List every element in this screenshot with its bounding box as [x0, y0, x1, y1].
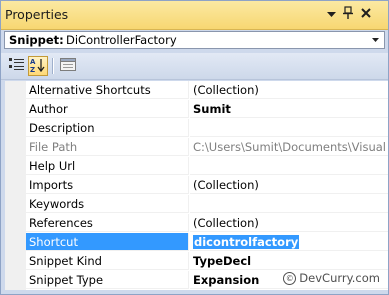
property-row-author[interactable]: Author Sumit [5, 100, 388, 119]
property-row-file-path[interactable]: File Path C:\Users\Sumit\Documents\Visua… [5, 138, 388, 157]
categorized-button[interactable] [7, 56, 27, 76]
property-value-editor[interactable]: dicontrolfactory [190, 233, 388, 251]
property-pages-icon [60, 58, 76, 74]
property-value[interactable]: Sumit [190, 100, 388, 118]
property-pages-button[interactable] [58, 56, 78, 76]
property-value[interactable]: TypeDecl [190, 252, 388, 270]
property-name: Snippet Kind [26, 252, 189, 270]
property-value[interactable] [190, 195, 388, 213]
property-row-description[interactable]: Description [5, 119, 388, 138]
property-name: Keywords [26, 195, 189, 213]
property-name: File Path [26, 138, 189, 156]
window-title: Properties [5, 7, 69, 22]
property-row-keywords[interactable]: Keywords [5, 195, 388, 214]
property-name: References [26, 214, 189, 232]
svg-text:Z: Z [30, 66, 35, 73]
property-value[interactable]: C:\Users\Sumit\Documents\Visual St [190, 138, 388, 156]
property-value[interactable]: (Collection) [190, 176, 388, 194]
property-value[interactable] [190, 119, 388, 137]
copyright-icon: © [283, 271, 297, 285]
row-gutter [5, 176, 26, 195]
toolbar-separator [52, 58, 54, 74]
property-grid: Alternative Shortcuts (Collection) Autho… [5, 81, 388, 290]
row-gutter [5, 81, 26, 100]
pin-button[interactable] [340, 6, 356, 22]
property-name: Imports [26, 176, 189, 194]
row-gutter [5, 233, 26, 252]
property-name: Snippet Type [26, 271, 189, 289]
property-name: Help Url [26, 157, 189, 175]
row-gutter [5, 138, 26, 157]
property-name: Description [26, 119, 189, 137]
alphabetical-button[interactable]: A Z [28, 56, 48, 76]
row-gutter [5, 271, 26, 290]
pin-icon [342, 6, 354, 22]
property-name: Author [26, 100, 189, 118]
object-selector[interactable]: Snippet: DiControllerFactory [4, 31, 385, 49]
row-gutter [5, 100, 26, 119]
property-name: Shortcut [26, 233, 189, 251]
watermark: © DevCurry.com [283, 271, 380, 285]
property-value[interactable]: (Collection) [190, 214, 388, 232]
row-gutter [5, 252, 26, 271]
row-gutter [5, 195, 26, 214]
properties-window: Properties Snippet: DiControllerFactory … [0, 0, 389, 295]
property-row-help-url[interactable]: Help Url [5, 157, 388, 176]
property-name: Alternative Shortcuts [26, 81, 189, 99]
properties-toolbar: A Z [1, 53, 388, 80]
property-row-references[interactable]: References (Collection) [5, 214, 388, 233]
property-row-shortcut[interactable]: Shortcut dicontrolfactory [5, 233, 388, 252]
property-row-imports[interactable]: Imports (Collection) [5, 176, 388, 195]
property-value[interactable]: (Collection) [190, 81, 388, 99]
watermark-text: DevCurry.com [299, 271, 380, 285]
chevron-down-icon[interactable] [368, 33, 382, 47]
row-gutter [5, 119, 26, 138]
title-bar: Properties [1, 1, 388, 30]
selector-value: DiControllerFactory [66, 33, 177, 47]
close-icon [361, 7, 371, 21]
row-gutter [5, 157, 26, 176]
property-value[interactable] [190, 157, 388, 175]
dropdown-button[interactable] [323, 6, 339, 22]
chevron-down-icon [326, 7, 336, 21]
categorized-icon [9, 57, 25, 75]
selector-label: Snippet: [9, 33, 64, 47]
close-button[interactable] [358, 6, 374, 22]
selected-value-text[interactable]: dicontrolfactory [193, 235, 300, 249]
svg-text:A: A [30, 58, 36, 66]
alphabetical-sort-icon: A Z [30, 57, 46, 76]
row-gutter [5, 214, 26, 233]
property-row-snippet-kind[interactable]: Snippet Kind TypeDecl [5, 252, 388, 271]
property-row-alternative-shortcuts[interactable]: Alternative Shortcuts (Collection) [5, 81, 388, 100]
